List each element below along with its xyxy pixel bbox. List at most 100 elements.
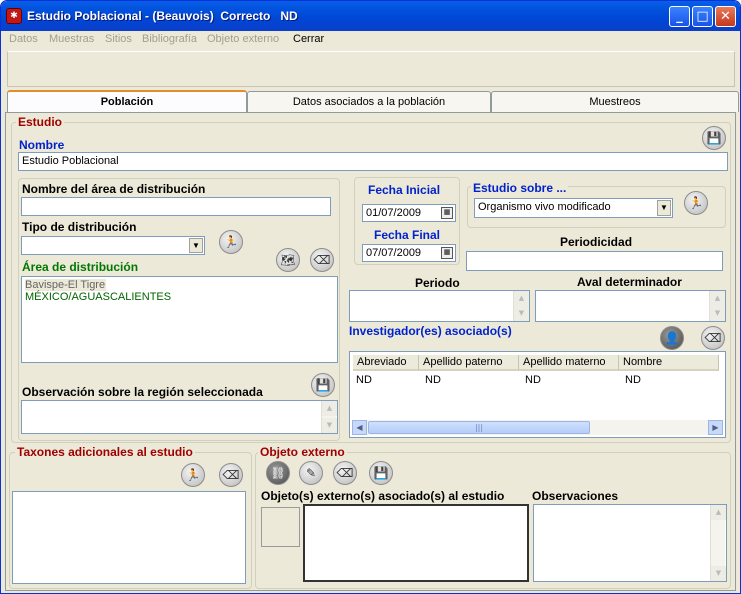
menu-datos[interactable]: Datos [9, 33, 38, 45]
list-item[interactable]: MÉXICO/AGUASCALIENTES [25, 291, 334, 303]
list-item[interactable]: Bavispe-El Tigre [25, 279, 106, 291]
eraser-icon: ⌫ [704, 331, 722, 345]
estudio-sobre-legend: Estudio sobre ... [471, 181, 569, 195]
table-cell: ND [625, 374, 641, 386]
fecha-final-label: Fecha Final [374, 228, 441, 242]
maximize-icon: □ [696, 9, 709, 24]
column-header[interactable]: Abreviado [353, 355, 419, 371]
aval-scrollbar[interactable]: ▲ ▼ [709, 291, 725, 321]
edit-tipo-button[interactable]: 🏃 [219, 230, 243, 254]
erase-area-button[interactable]: ⌫ [310, 248, 334, 272]
objetos-asociados-list[interactable] [303, 504, 529, 582]
map-link-icon: 🗺 [280, 253, 296, 267]
observaciones-scrollbar[interactable]: ▲ ▼ [710, 505, 726, 581]
fecha-inicial-label: Fecha Inicial [368, 183, 441, 197]
fecha-inicial-field[interactable]: 01/07/2009 ▦ [362, 204, 456, 222]
menu-bar: Datos Muestras Sitios Bibliografía Objet… [1, 31, 740, 49]
chevron-down-icon[interactable]: ▼ [189, 238, 203, 253]
column-header[interactable]: Nombre [619, 355, 719, 371]
periodo-scrollbar[interactable]: ▲ ▼ [513, 291, 529, 321]
close-icon: ✕ [720, 9, 731, 24]
eraser-icon: ⌫ [336, 466, 354, 480]
title-bar[interactable]: ✱ Estudio Poblacional - (Beauvois) Corre… [1, 1, 740, 31]
area-distribucion-list[interactable]: Bavispe-El Tigre MÉXICO/AGUASCALIENTES [21, 276, 338, 363]
bug-icon: ✱ [6, 8, 22, 24]
investigadores-grid[interactable]: Abreviado Apellido paterno Apellido mate… [349, 351, 726, 438]
eraser-icon: ⌫ [222, 468, 240, 482]
column-header[interactable]: Apellido materno [519, 355, 619, 371]
calendar-icon[interactable]: ▦ [441, 207, 453, 219]
aval-label: Aval determinador [577, 275, 682, 289]
table-cell: ND [425, 374, 441, 386]
taxones-list[interactable] [12, 491, 246, 584]
menu-sitios[interactable]: Sitios [105, 33, 132, 45]
minimize-icon: _ [676, 9, 683, 24]
table-cell: ND [525, 374, 541, 386]
tab-datos-asociados[interactable]: Datos asociados a la población [247, 91, 491, 112]
link-objeto-button[interactable]: ⛓ [266, 461, 290, 485]
close-button[interactable]: ✕ [715, 6, 736, 27]
add-user-icon: 👤 [664, 331, 680, 345]
scroll-thumb[interactable]: ||| [368, 421, 590, 434]
pencil-icon: ✎ [305, 466, 317, 480]
menu-cerrar[interactable]: Cerrar [293, 33, 324, 45]
observacion-label: Observación sobre la región seleccionada [22, 385, 263, 399]
objeto-externo-legend: Objeto externo [258, 445, 347, 459]
running-person-icon: 🏃 [223, 235, 239, 249]
taxones-legend: Taxones adicionales al estudio [15, 445, 195, 459]
aval-field[interactable] [535, 290, 726, 322]
edit-estudio-sobre-button[interactable]: 🏃 [684, 191, 708, 215]
chevron-down-icon[interactable]: ▼ [657, 200, 671, 216]
erase-taxon-button[interactable]: ⌫ [219, 463, 243, 487]
map-link-button[interactable]: 🗺 [276, 248, 300, 272]
floppy-disk-icon: 💾 [373, 466, 389, 480]
save-nombre-button[interactable]: 💾 [702, 126, 726, 150]
menu-bibliografia[interactable]: Bibliografía [142, 33, 197, 45]
minimize-button[interactable]: _ [669, 6, 690, 27]
column-header[interactable]: Apellido paterno [419, 355, 519, 371]
erase-objeto-button[interactable]: ⌫ [333, 461, 357, 485]
save-observacion-button[interactable]: 💾 [311, 373, 335, 397]
nombre-field[interactable]: Estudio Poblacional [18, 152, 728, 171]
scroll-right-icon[interactable]: ▶ [708, 420, 723, 435]
grid-horizontal-scrollbar[interactable]: ◀ ||| ▶ [352, 420, 723, 435]
eraser-icon: ⌫ [313, 253, 331, 267]
observacion-scrollbar[interactable]: ▲ ▼ [321, 401, 337, 433]
floppy-disk-icon: 💾 [315, 378, 331, 392]
tipo-distribucion-select[interactable]: ▼ [21, 236, 205, 255]
add-taxon-button[interactable]: 🏃 [181, 463, 205, 487]
menu-objeto-externo[interactable]: Objeto externo [207, 33, 279, 45]
observaciones-field[interactable] [533, 504, 727, 582]
periodicidad-label: Periodicidad [560, 235, 633, 249]
table-cell: ND [356, 374, 372, 386]
periodo-label: Periodo [415, 276, 460, 290]
edit-objeto-button[interactable]: ✎ [299, 461, 323, 485]
tab-muestreos[interactable]: Muestreos [491, 91, 739, 112]
maximize-button[interactable]: □ [692, 6, 713, 27]
erase-investigador-button[interactable]: ⌫ [701, 326, 725, 350]
floppy-disk-icon: 💾 [706, 131, 722, 145]
tab-poblacion[interactable]: Población [7, 90, 247, 112]
fecha-final-value: 07/07/2009 [366, 247, 422, 259]
area-distribucion-label: Área de distribución [22, 260, 139, 274]
add-investigador-button[interactable]: 👤 [660, 326, 684, 350]
calendar-icon[interactable]: ▦ [441, 247, 453, 259]
link-icon: ⛓ [270, 466, 286, 480]
periodicidad-field[interactable] [466, 251, 723, 271]
estudio-legend: Estudio [16, 115, 64, 129]
save-objeto-button[interactable]: 💾 [369, 461, 393, 485]
periodo-field[interactable] [349, 290, 530, 322]
fecha-inicial-value: 01/07/2009 [366, 207, 422, 219]
running-person-icon: 🏃 [185, 468, 201, 482]
estudio-sobre-select[interactable]: Organismo vivo modificado ▼ [474, 198, 673, 218]
observaciones-label: Observaciones [532, 489, 619, 503]
fecha-final-field[interactable]: 07/07/2009 ▦ [362, 244, 456, 262]
area-nombre-label: Nombre del área de distribución [22, 182, 206, 196]
main-window: ✱ Estudio Poblacional - (Beauvois) Corre… [0, 0, 741, 594]
objeto-thumbnail [261, 507, 300, 547]
scroll-left-icon[interactable]: ◀ [352, 420, 367, 435]
observacion-field[interactable] [21, 400, 338, 434]
nombre-label: Nombre [19, 138, 65, 152]
menu-muestras[interactable]: Muestras [49, 33, 94, 45]
area-nombre-field[interactable] [21, 197, 331, 216]
